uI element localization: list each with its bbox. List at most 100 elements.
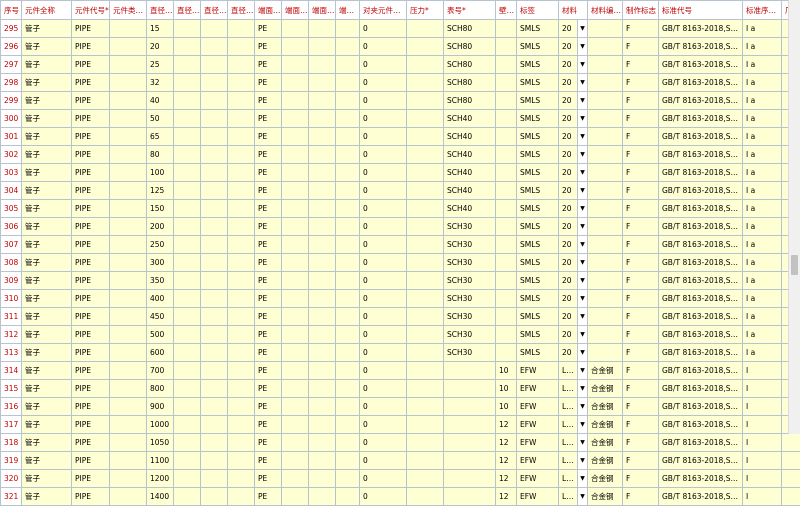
- table-cell[interactable]: SCH30: [444, 326, 496, 344]
- table-cell[interactable]: PIPE: [72, 92, 110, 110]
- table-cell[interactable]: PE: [255, 416, 282, 434]
- table-cell[interactable]: [407, 200, 444, 218]
- table-cell[interactable]: GB/T 8163-2018,SH/T3...: [659, 434, 743, 452]
- table-cell[interactable]: F: [623, 434, 659, 452]
- table-cell[interactable]: PE: [255, 344, 282, 362]
- table-cell[interactable]: 1050: [147, 434, 174, 452]
- table-cell[interactable]: 管子: [22, 182, 72, 200]
- column-header[interactable]: 端面2*: [282, 1, 309, 20]
- table-cell[interactable]: EFW: [517, 470, 559, 488]
- table-cell[interactable]: [228, 452, 255, 470]
- table-cell[interactable]: [174, 128, 201, 146]
- table-cell[interactable]: GB/T 8163-2018,SH/T3...: [659, 38, 743, 56]
- table-cell[interactable]: [110, 326, 147, 344]
- table-cell[interactable]: [282, 470, 309, 488]
- table-cell[interactable]: [110, 362, 147, 380]
- material-cell[interactable]: 20▼: [559, 56, 588, 74]
- table-cell[interactable]: PIPE: [72, 20, 110, 38]
- table-cell[interactable]: [201, 362, 228, 380]
- table-cell[interactable]: 10: [496, 380, 517, 398]
- table-cell[interactable]: [309, 236, 336, 254]
- table-cell[interactable]: SCH80: [444, 20, 496, 38]
- table-cell[interactable]: SCH30: [444, 344, 496, 362]
- table-cell[interactable]: F: [623, 20, 659, 38]
- table-cell[interactable]: SCH80: [444, 92, 496, 110]
- table-cell[interactable]: 20: [147, 38, 174, 56]
- caret-down-icon[interactable]: ▼: [577, 74, 587, 91]
- table-cell[interactable]: [282, 128, 309, 146]
- table-cell[interactable]: 0: [360, 56, 407, 74]
- table-cell[interactable]: [336, 326, 360, 344]
- table-cell[interactable]: [110, 200, 147, 218]
- table-cell[interactable]: [588, 308, 623, 326]
- table-cell[interactable]: [282, 20, 309, 38]
- table-cell[interactable]: PE: [255, 308, 282, 326]
- table-cell[interactable]: [174, 20, 201, 38]
- table-cell[interactable]: [309, 326, 336, 344]
- table-cell[interactable]: 0: [360, 290, 407, 308]
- table-cell[interactable]: GB/T 8163-2018,SH/T3...: [659, 308, 743, 326]
- table-cell[interactable]: F: [623, 74, 659, 92]
- table-cell[interactable]: 合金钢: [588, 434, 623, 452]
- table-cell[interactable]: 80: [147, 146, 174, 164]
- table-cell[interactable]: PE: [255, 452, 282, 470]
- table-cell[interactable]: [407, 416, 444, 434]
- table-cell[interactable]: GB/T 8163-2018,SH/T3...: [659, 146, 743, 164]
- table-cell[interactable]: 700: [147, 362, 174, 380]
- material-cell[interactable]: L245▼: [559, 380, 588, 398]
- table-cell[interactable]: PIPE: [72, 380, 110, 398]
- table-cell[interactable]: GB/T 8163-2018,SH/T3...: [659, 200, 743, 218]
- table-cell[interactable]: PE: [255, 362, 282, 380]
- table-cell[interactable]: [282, 182, 309, 200]
- table-cell[interactable]: [588, 344, 623, 362]
- table-cell[interactable]: [336, 272, 360, 290]
- table-cell[interactable]: [336, 344, 360, 362]
- table-cell[interactable]: 0: [360, 218, 407, 236]
- caret-down-icon[interactable]: ▼: [577, 398, 587, 415]
- table-cell[interactable]: [110, 146, 147, 164]
- table-cell[interactable]: [309, 74, 336, 92]
- table-cell[interactable]: [336, 128, 360, 146]
- table-cell[interactable]: PE: [255, 200, 282, 218]
- table-cell[interactable]: GB/T 8163-2018,SH/T3...: [659, 416, 743, 434]
- table-cell[interactable]: [496, 110, 517, 128]
- table-cell[interactable]: I a: [743, 326, 782, 344]
- table-cell[interactable]: PE: [255, 434, 282, 452]
- table-cell[interactable]: 管子: [22, 272, 72, 290]
- table-cell[interactable]: PIPE: [72, 416, 110, 434]
- table-cell[interactable]: [228, 326, 255, 344]
- table-cell[interactable]: [174, 254, 201, 272]
- table-cell[interactable]: [201, 110, 228, 128]
- table-cell[interactable]: 管子: [22, 110, 72, 128]
- column-header[interactable]: 表号*: [444, 1, 496, 20]
- table-cell[interactable]: [228, 434, 255, 452]
- table-cell[interactable]: SCH30: [444, 236, 496, 254]
- table-cell[interactable]: [110, 290, 147, 308]
- table-cell[interactable]: 合金钢: [588, 470, 623, 488]
- material-cell[interactable]: 20▼: [559, 254, 588, 272]
- table-cell[interactable]: I a: [743, 182, 782, 200]
- table-cell[interactable]: 0: [360, 254, 407, 272]
- table-cell[interactable]: [407, 236, 444, 254]
- table-cell[interactable]: 管子: [22, 344, 72, 362]
- table-cell[interactable]: [407, 344, 444, 362]
- table-cell[interactable]: SCH30: [444, 218, 496, 236]
- table-cell[interactable]: SMLS: [517, 326, 559, 344]
- table-cell[interactable]: [174, 290, 201, 308]
- table-cell[interactable]: [588, 128, 623, 146]
- table-cell[interactable]: [228, 110, 255, 128]
- table-cell[interactable]: [282, 146, 309, 164]
- table-cell[interactable]: [407, 362, 444, 380]
- table-cell[interactable]: F: [623, 344, 659, 362]
- table-cell[interactable]: PIPE: [72, 182, 110, 200]
- table-cell[interactable]: [228, 254, 255, 272]
- table-cell[interactable]: 管子: [22, 380, 72, 398]
- table-cell[interactable]: PIPE: [72, 254, 110, 272]
- table-cell[interactable]: EFW: [517, 434, 559, 452]
- table-cell[interactable]: EFW: [517, 488, 559, 506]
- table-cell[interactable]: [228, 344, 255, 362]
- table-cell[interactable]: EFW: [517, 416, 559, 434]
- table-cell[interactable]: [228, 290, 255, 308]
- table-cell[interactable]: 15: [147, 20, 174, 38]
- table-cell[interactable]: [110, 164, 147, 182]
